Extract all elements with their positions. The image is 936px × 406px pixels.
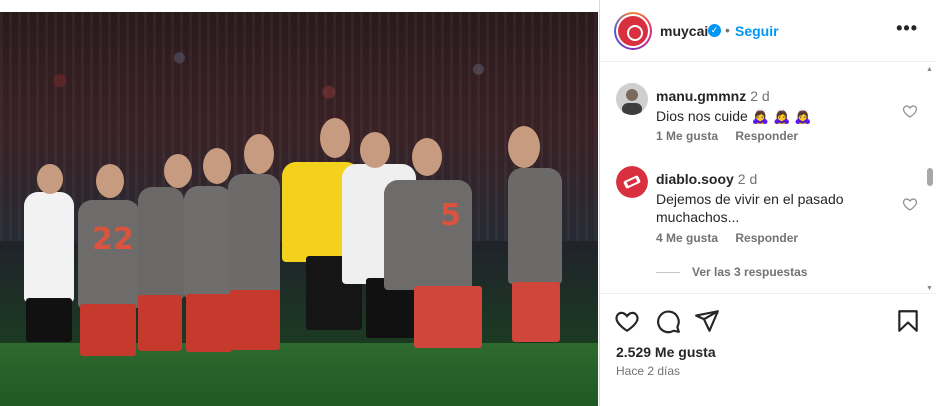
reply-button[interactable]: Responder [735,129,798,143]
scroll-thumb[interactable] [927,168,933,186]
player-head [360,132,390,168]
player-shorts [414,286,482,348]
view-replies-button[interactable]: Ver las 3 respuestas [656,265,807,279]
avatar-inner [616,14,650,48]
comment-likes[interactable]: 1 Me gusta [656,129,718,143]
comment-text: Dejemos de vivir en el pasado muchachos.… [656,191,844,225]
like-comment-heart-icon[interactable] [902,103,918,119]
muycai-logo-icon [618,16,648,46]
reply-button[interactable]: Responder [735,231,798,245]
bookmark-icon[interactable] [895,308,921,334]
like-comment-heart-icon[interactable] [902,196,918,212]
comment-author[interactable]: manu.gmmnz 2 d [656,88,770,104]
player-shorts [186,294,232,352]
commenter-avatar[interactable] [616,83,648,115]
player-head [508,126,540,168]
player-head [244,134,274,174]
comment-time: 2 d [737,171,758,187]
comment-author[interactable]: diablo.sooy 2 d [656,171,757,187]
player-head [203,148,231,184]
header-separator: • [725,22,730,38]
player-shorts [512,282,560,342]
player-shorts [230,290,280,350]
comment-likes[interactable]: 4 Me gusta [656,231,718,245]
player-head [96,164,124,198]
scroll-up-arrow-icon[interactable]: ▲ [926,66,933,73]
verified-badge-icon: ✓ [708,24,721,37]
author-username[interactable]: muycai [660,23,708,39]
more-options-icon[interactable]: ••• [896,18,918,39]
player-head [412,138,442,176]
player-grey [138,187,184,299]
post-photo[interactable]: 22 5 [0,12,598,406]
likes-count[interactable]: 2.529 Me gusta [616,344,716,360]
post-time[interactable]: Hace 2 días [616,364,680,378]
comment-time: 2 d [750,88,770,104]
post-side-panel: muycai ✓ • Seguir ••• manu.gmmnz 2 d Dios… [599,0,936,406]
player-shorts [138,295,182,351]
jersey-number: 22 [92,222,134,257]
comments-scrollbar[interactable]: ▲ ▼ [926,64,934,292]
view-replies-label[interactable]: Ver las 3 respuestas [692,265,807,279]
post-actions: 2.529 Me gusta Hace 2 días [600,293,936,406]
post-header: muycai ✓ • Seguir ••• [600,0,936,62]
player-head [164,154,192,188]
heart-icon[interactable] [614,308,640,334]
scroll-down-arrow-icon[interactable]: ▼ [926,285,933,292]
comment-meta: 1 Me gusta Responder [656,129,812,143]
comment-username[interactable]: diablo.sooy [656,171,734,187]
comments-list: manu.gmmnz 2 d Dios nos cuide 🙇‍♀️ 🙇‍♀️ 🙇… [600,63,936,292]
comment-username[interactable]: manu.gmmnz [656,88,746,104]
comment-icon[interactable] [655,308,681,334]
comment-text: Dios nos cuide 🙇‍♀️ 🙇‍♀️ 🙇‍♀️ [656,108,812,124]
player-grey [184,186,232,298]
player-grey-5 [384,180,472,290]
follow-button[interactable]: Seguir [735,23,779,39]
comment-meta: 4 Me gusta Responder [656,231,812,245]
replies-divider [656,272,680,274]
player-shorts [26,298,72,342]
jersey-number: 5 [440,198,461,233]
author-avatar[interactable] [614,12,652,50]
player-grey-4 [508,168,562,284]
commenter-avatar[interactable] [616,166,648,198]
share-icon[interactable] [694,308,720,334]
player-grey [228,174,280,294]
referee-head [320,118,350,158]
player-shorts [80,304,136,356]
player-white [24,192,74,302]
player-head [37,164,63,194]
